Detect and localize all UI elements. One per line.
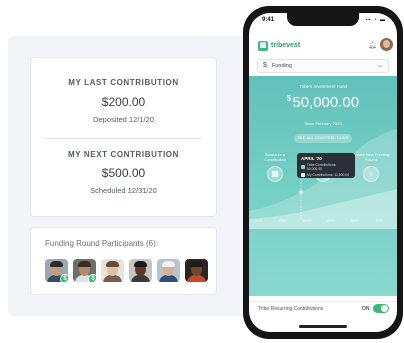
chart-tooltip: APRIL '20 Tribe Contributions: 50,000.00… [297, 153, 355, 178]
x-tick: FEB [279, 218, 287, 223]
recurring-toggle-label: Tribe Recurring Contributions [258, 306, 324, 312]
x-tick: MAY [351, 218, 360, 223]
tooltip-row: Tribe Contributions: 50,000.00 [301, 163, 351, 171]
participant-avatars: $ $ [45, 259, 208, 282]
next-contribution-date: Scheduled 12/31/20 [90, 186, 157, 195]
x-tick: JAN [255, 218, 263, 223]
participant-avatar[interactable]: $ [73, 259, 96, 282]
chevron-down-icon: ⌄ [377, 63, 383, 69]
balance-amount: $50,000.00 [286, 94, 360, 111]
divider [45, 138, 202, 139]
last-contribution-amount: $200.00 [101, 95, 146, 109]
next-contribution-amount: $500.00 [101, 166, 146, 180]
x-tick: MAR [303, 218, 312, 223]
participants-card: Funding Round Participants (6): $ $ [30, 227, 217, 295]
x-tick: JUN [375, 218, 383, 223]
x-tick: APR [327, 218, 336, 223]
account-select[interactable]: $ Funding ⌄ [257, 59, 389, 73]
dollar-coin-icon: $ [88, 274, 96, 282]
home-indicator [299, 325, 347, 328]
phone-screen: 9:41 ▪▪ ◔ ▬ ▣ tribevest 🔔︎ $ Funding ⌄ T… [249, 13, 397, 332]
tooltip-row: My Contributions: 11,500.00 [301, 173, 351, 177]
participant-avatar[interactable] [157, 259, 180, 282]
participant-avatar[interactable] [129, 259, 152, 282]
status-time: 9:41 [262, 17, 275, 23]
participant-avatar[interactable] [101, 259, 124, 282]
participant-avatar[interactable] [185, 259, 208, 282]
user-avatar[interactable] [380, 38, 393, 51]
contribution-card: MY LAST CONTRIBUTION $200.00 Deposited 1… [30, 57, 217, 217]
tooltip-date: APRIL '20 [301, 156, 322, 161]
chart-cursor-dot [299, 190, 303, 194]
next-contribution-title: MY NEXT CONTRIBUTION [68, 150, 179, 159]
account-select-value: Funding [272, 63, 292, 69]
last-contribution-title: MY LAST CONTRIBUTION [68, 78, 179, 87]
dollar-icon: $ [263, 62, 267, 69]
bell-icon[interactable]: 🔔︎ [368, 41, 377, 49]
status-icons: ▪▪ ◔ ▬ [365, 17, 386, 23]
app-logo-icon: ▣ [258, 41, 268, 51]
participant-avatar[interactable]: $ [45, 259, 68, 282]
participants-title: Funding Round Participants (6): [45, 239, 158, 248]
recurring-toggle-switch[interactable] [373, 304, 389, 313]
toggle-state-label: ON [362, 306, 370, 312]
last-contribution-date: Deposited 12/1/20 [93, 115, 154, 124]
balance-caption: Tribe's Investment Fund [299, 84, 347, 89]
app-name: tribevest [271, 42, 301, 49]
dollar-coin-icon: $ [60, 274, 68, 282]
recurring-toggle-row: Tribe Recurring Contributions ON [249, 301, 397, 317]
phone-notch [287, 13, 359, 26]
phone-frame: 9:41 ▪▪ ◔ ▬ ▣ tribevest 🔔︎ $ Funding ⌄ T… [243, 6, 403, 339]
